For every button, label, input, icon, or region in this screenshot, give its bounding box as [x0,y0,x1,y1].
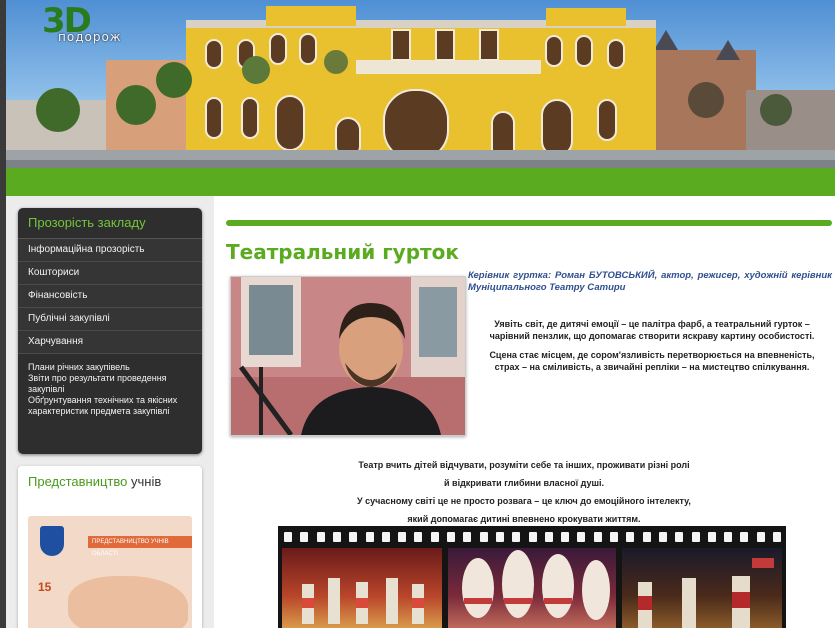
intro-paragraph-1: Уявіть світ, де дитячі емоції – це паліт… [489,319,815,341]
film-perforation [528,532,537,542]
film-perforation [658,532,667,542]
film-perforation [512,532,521,542]
film-perforation [381,532,390,542]
film-perforation [593,532,602,542]
green-nav-bar [6,168,835,196]
menu-title: Прозорість закладу [18,208,202,239]
rep-number: 15 [38,580,52,594]
film-perforation [626,532,635,542]
rep-title-green: Представництво [28,474,128,489]
film-perforation [365,532,374,542]
film-perforation [332,532,341,542]
rep-title: Представництво учнів [18,466,202,497]
filmstrip-photos [278,526,786,628]
film-perforation [610,532,618,542]
performance-photo-1 [282,548,442,628]
film-perforation [544,532,553,542]
menu-item-budgets[interactable]: Кошториси [18,262,202,285]
content-divider [226,220,832,226]
film-perforation [414,532,423,542]
sidebar: Прозорість закладу Інформаційна прозоріс… [6,196,214,628]
film-perforation [724,532,733,542]
film-perforation [479,532,488,542]
body-line-2: й відкривати глибини власної душі. [444,478,604,488]
film-perforation [642,532,651,542]
intro-text: Уявіть світ, де дитячі емоції – це паліт… [476,318,828,380]
page-title: Театральний гурток [226,240,459,264]
student-representation-banner[interactable]: ПРЕДСТАВНИЦТВО УЧНІВ ОБЛАСТІ 15 [28,516,192,628]
menu-sub-links: Плани річних закупівель Звіти про резуль… [18,354,202,417]
sub-link-procurement-reports[interactable]: Звіти про результати проведення закупівл… [28,373,192,395]
film-perforation [691,532,700,542]
leader-caption: Керівник гуртка: Роман БУТОВСЬКИЙ, актор… [468,270,832,293]
body-line-1: Театр вчить дітей відчувати, розуміти се… [358,460,690,470]
film-perforation [756,532,765,542]
sub-link-justification[interactable]: Обґрунтування технічних та якісних харак… [28,395,192,417]
film-perforation [349,532,358,542]
film-perforation [773,532,781,542]
film-perforation [463,532,472,542]
menu-item-finance[interactable]: Фінансовість [18,285,202,308]
sub-link-annual-plans[interactable]: Плани річних закупівель [28,362,192,373]
leader-photo [230,276,466,436]
rep-title-dark: учнів [131,474,162,489]
film-perforation [675,532,684,542]
header-banner: 3D подорож [6,0,835,168]
performance-photo-2 [448,548,616,628]
film-perforation [316,532,325,542]
film-perforation [495,532,504,542]
body-text: Театр вчить дітей відчувати, розуміти се… [254,456,794,528]
main-content: Театральний гурток Керівник гуртка: Рома… [214,196,835,628]
film-perforation [561,532,570,542]
body-line-3: У сучасному світі це не просто розвага –… [357,496,691,506]
film-perforation [577,532,586,542]
rep-badge: ПРЕДСТАВНИЦТВО УЧНІВ ОБЛАСТІ [88,536,192,557]
intro-paragraph-2: Сцена стає місцем, де сором'язливість пе… [489,350,815,372]
film-perforation [300,532,309,542]
shield-icon [40,526,64,556]
transparency-menu: Прозорість закладу Інформаційна прозоріс… [18,208,202,454]
menu-item-info-transparency[interactable]: Інформаційна прозорість [18,239,202,262]
region-map-image [68,576,188,628]
logo-text: подорож [58,30,122,44]
film-perforation [284,532,292,542]
page-frame: 3D подорож Прозорість закладу Інформацій… [6,0,835,628]
performance-photo-3 [622,548,782,628]
film-perforations-top [278,532,786,544]
film-perforation [398,532,407,542]
menu-item-public-procurement[interactable]: Публічні закупівлі [18,308,202,331]
student-representation-block: Представництво учнів ПРЕДСТАВНИЦТВО УЧНІ… [18,466,202,628]
film-perforation [740,532,749,542]
film-perforation [447,532,455,542]
film-perforation [707,532,716,542]
site-logo[interactable]: 3D подорож [42,4,137,44]
menu-item-catering[interactable]: Харчування [18,331,202,354]
film-perforation [430,532,439,542]
